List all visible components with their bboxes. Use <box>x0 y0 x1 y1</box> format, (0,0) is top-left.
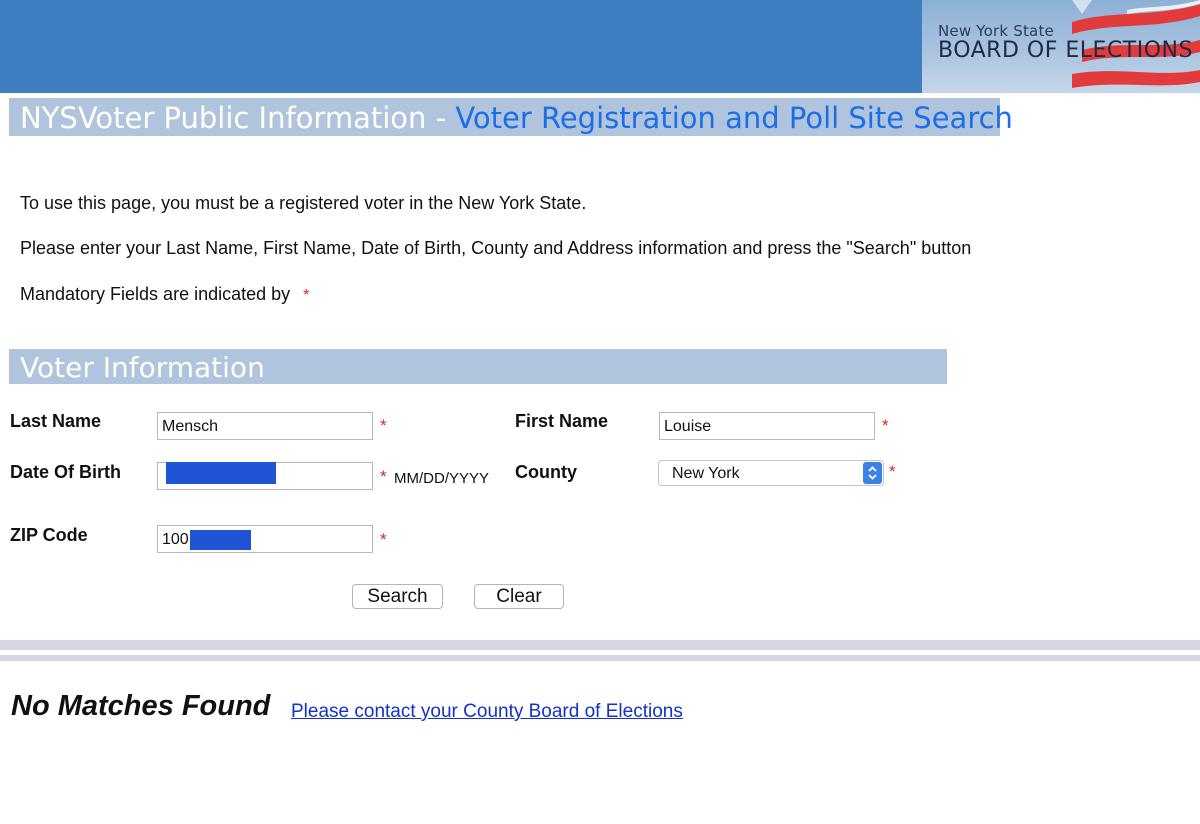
last-name-label: Last Name <box>10 411 102 431</box>
mandatory-marker: * <box>303 287 310 304</box>
divider-top <box>0 640 1200 650</box>
instruction-line2: Please enter your Last Name, First Name,… <box>20 238 972 258</box>
search-button[interactable]: Search <box>352 584 443 609</box>
first-name-label: First Name <box>515 411 609 431</box>
zip-redaction <box>190 530 251 550</box>
page-title-bar: NYSVoter Public Information - Voter Regi… <box>9 98 1013 136</box>
voter-information-section: Voter Information <box>9 349 947 384</box>
last-name-required: * <box>380 416 387 435</box>
dob-required: * <box>380 467 387 486</box>
county-label: County <box>515 462 577 482</box>
page-title: NYSVoter Public Information - Voter Regi… <box>20 101 1013 135</box>
first-name-required: * <box>882 416 889 435</box>
section-title: Voter Information <box>20 351 265 384</box>
instruction-line1: To use this page, you must be a register… <box>20 193 587 213</box>
page-title-prefix: NYSVoter Public Information - <box>20 101 456 135</box>
zip-label: ZIP Code <box>10 525 88 545</box>
dob-redaction <box>166 462 276 484</box>
instruction-line3: Mandatory Fields are indicated by * <box>20 284 309 305</box>
county-selected-value: New York <box>672 465 740 482</box>
last-name-input[interactable]: Mensch <box>157 412 373 440</box>
county-required: * <box>889 462 896 481</box>
first-name-input[interactable]: Louise <box>659 412 875 440</box>
board-of-elections-logo: New York State BOARD OF ELECTIONS <box>922 0 1200 93</box>
divider-bottom <box>0 655 1200 661</box>
county-select[interactable]: New York <box>658 460 884 486</box>
logo-line2: BOARD OF ELECTIONS <box>938 38 1193 63</box>
dob-label: Date Of Birth <box>10 462 122 482</box>
zip-value: 100 <box>162 531 189 548</box>
contact-county-board-link[interactable]: Please contact your County Board of Elec… <box>291 701 683 723</box>
dob-format-hint: MM/DD/YYYY <box>394 470 490 487</box>
clear-button[interactable]: Clear <box>474 584 564 609</box>
zip-required: * <box>380 530 387 549</box>
page-title-suffix: Voter Registration and Poll Site Search <box>455 101 1013 135</box>
select-arrows-icon <box>863 462 882 484</box>
no-matches-message: No Matches Found <box>11 690 271 722</box>
mandatory-text: Mandatory Fields are indicated by <box>20 284 291 304</box>
